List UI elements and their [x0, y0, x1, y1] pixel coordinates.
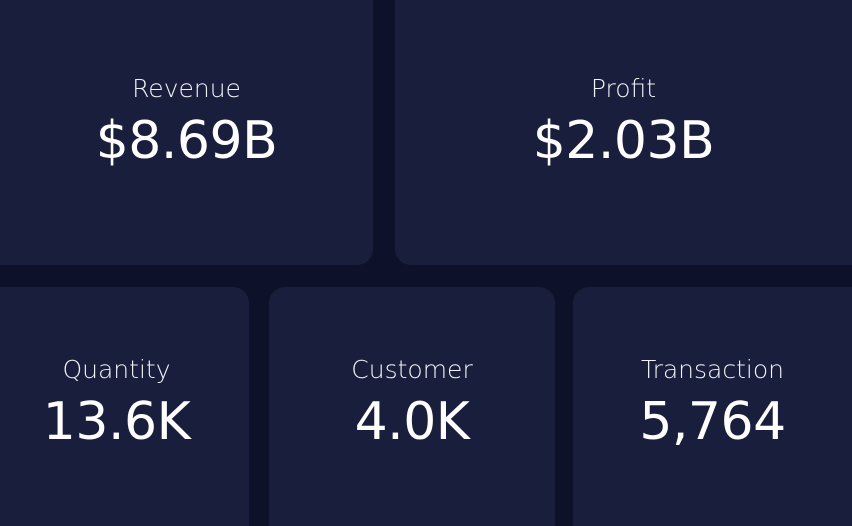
- transaction-value: 5,764: [639, 392, 786, 452]
- profit-value: $2.03B: [532, 111, 715, 171]
- quantity-value: 13.6K: [42, 392, 191, 452]
- profit-card[interactable]: Profit $2.03B: [395, 0, 852, 265]
- kpi-dashboard: Revenue $8.69B Profit $2.03B Quantity 13…: [0, 0, 852, 526]
- quantity-card[interactable]: Quantity 13.6K: [0, 287, 249, 526]
- revenue-label: Revenue: [132, 74, 241, 103]
- customer-label: Customer: [351, 355, 473, 384]
- profit-label: Profit: [590, 74, 657, 103]
- customer-card[interactable]: Customer 4.0K: [269, 287, 555, 526]
- quantity-label: Quantity: [62, 355, 171, 384]
- customer-value: 4.0K: [354, 392, 470, 452]
- revenue-value: $8.69B: [95, 111, 278, 171]
- transaction-card[interactable]: Transaction 5,764: [573, 287, 852, 526]
- revenue-card[interactable]: Revenue $8.69B: [0, 0, 373, 265]
- transaction-label: Transaction: [640, 355, 785, 384]
